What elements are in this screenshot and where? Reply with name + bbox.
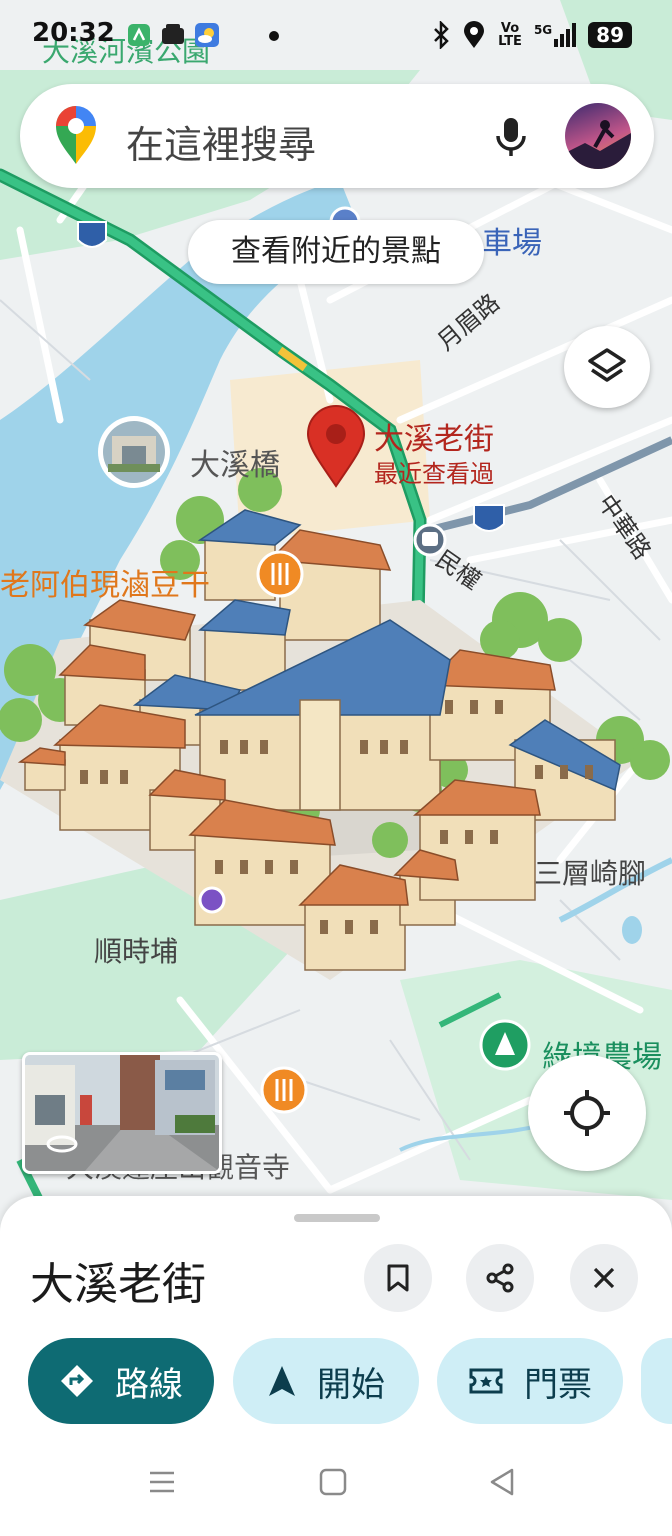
navigation-arrow-icon [269, 1366, 295, 1396]
network-type: Vo LTE [498, 21, 522, 49]
search-input[interactable]: 在這裡搜尋 [126, 114, 316, 169]
tickets-button[interactable]: 門票 [437, 1338, 623, 1424]
share-button[interactable] [466, 1244, 534, 1312]
map-label-parking[interactable]: 車場 [482, 218, 542, 262]
park-pin-icon [479, 1019, 531, 1071]
start-button[interactable]: 開始 [233, 1338, 419, 1424]
search-bar[interactable]: 在這裡搜尋 [20, 84, 654, 188]
mic-icon[interactable] [488, 114, 534, 160]
battery-level: 89 [588, 22, 632, 48]
more-actions-button[interactable] [641, 1338, 672, 1424]
dot-icon [269, 31, 279, 41]
menu-icon[interactable] [148, 1468, 176, 1496]
status-time: 20:32 [32, 18, 115, 48]
account-avatar[interactable] [565, 103, 631, 169]
map-label-shunshipu: 順時埔 [94, 935, 179, 968]
back-icon[interactable] [488, 1467, 516, 1497]
bookmark-icon [387, 1264, 409, 1292]
my-location-button[interactable] [528, 1055, 646, 1171]
signal-icon: 5G [534, 23, 577, 47]
share-icon [486, 1263, 514, 1293]
ticket-icon [469, 1368, 503, 1394]
close-button[interactable] [570, 1244, 638, 1312]
restaurant-pin-icon [256, 550, 304, 598]
place-title: 大溪老街 [30, 1259, 206, 1310]
wallet-icon [162, 24, 184, 44]
start-label: 開始 [317, 1364, 385, 1405]
map-label-restaurant[interactable]: 老阿伯現滷豆干 [0, 560, 210, 604]
bluetooth-icon [434, 21, 449, 49]
drag-handle[interactable] [294, 1214, 380, 1222]
map-label-sancengqijiao: 三層崎腳 [534, 857, 647, 890]
system-nav-bar [0, 1440, 672, 1536]
map-label-recently-viewed: 最近查看過 [374, 460, 494, 488]
close-icon [593, 1267, 615, 1289]
directions-icon [61, 1365, 93, 1397]
directions-button[interactable]: 路線 [28, 1338, 214, 1424]
explore-nearby-chip[interactable]: 查看附近的景點 [188, 220, 484, 284]
home-icon[interactable] [318, 1467, 348, 1497]
rotate-360-icon [46, 1135, 78, 1153]
directions-label: 路線 [115, 1364, 183, 1405]
notification-icon [128, 24, 150, 46]
restaurant-pin-icon [260, 1066, 308, 1114]
layers-icon [588, 348, 626, 382]
crosshair-icon [564, 1090, 610, 1136]
tickets-label: 門票 [524, 1364, 592, 1405]
map-label-bridge[interactable]: 大溪橋 [190, 440, 280, 484]
map-label-selected-place[interactable]: 大溪老街 [374, 414, 494, 458]
bridge-photo-pin [98, 416, 170, 488]
save-button[interactable] [364, 1244, 432, 1312]
weather-icon [195, 23, 219, 47]
street-view-thumbnail[interactable] [22, 1052, 222, 1174]
status-bar: 20:32 Vo LTE 5G 89 [0, 0, 672, 70]
location-icon [464, 21, 485, 48]
maps-pin-logo-icon [56, 106, 96, 164]
layers-button[interactable] [564, 326, 650, 408]
